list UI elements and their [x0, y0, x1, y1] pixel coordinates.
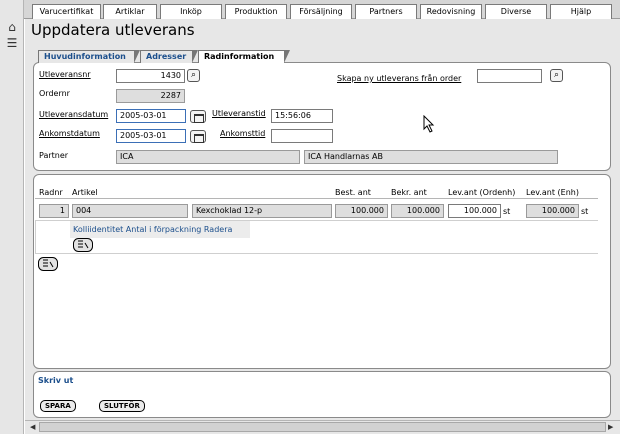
ankomsttid-label: Ankomsttid	[220, 129, 266, 138]
menu-forsaljning[interactable]: Försäljning	[290, 4, 352, 19]
row-artikel: 004	[72, 204, 188, 218]
menu-varucertifikat[interactable]: Varucertifikat	[32, 4, 101, 19]
row-best-ant: 100.000	[335, 204, 388, 218]
calendar-icon[interactable]	[190, 130, 206, 143]
menu-partners[interactable]: Partners	[355, 4, 417, 19]
partner-label: Partner	[39, 151, 69, 160]
col-bekr-ant: Bekr. ant	[391, 188, 427, 197]
menu-diverse[interactable]: Diverse	[485, 4, 547, 19]
save-button[interactable]: SPARA	[40, 400, 76, 412]
skapa-label: Skapa ny utleverans från order	[337, 74, 462, 83]
partner-code-field: ICA	[116, 150, 300, 164]
menu-redovisning[interactable]: Redovisning	[420, 4, 482, 19]
top-menu: Varucertifikat Artiklar Inköp Produktion…	[24, 0, 620, 19]
row-unit-2: st	[581, 207, 589, 216]
skapa-search-button[interactable]: ⌕	[550, 69, 563, 82]
header-divider	[35, 198, 598, 199]
tab-adresser[interactable]: Adresser	[140, 50, 198, 63]
col-best-ant: Best. ant	[335, 188, 371, 197]
ankomsttid-field[interactable]	[271, 129, 333, 143]
edit-icon[interactable]	[38, 257, 58, 271]
menu-produktion[interactable]: Produktion	[225, 4, 287, 19]
page-title: Uppdatera utleverans	[31, 21, 195, 39]
row-detail-border	[35, 220, 598, 254]
col-artikel: Artikel	[72, 188, 98, 197]
row-bekr-ant: 100.000	[391, 204, 444, 218]
calendar-icon[interactable]	[190, 110, 206, 123]
row-unit-1: st	[503, 207, 511, 216]
tab-radinformation[interactable]: Radinformation	[198, 50, 290, 63]
row-radnr: 1	[39, 204, 69, 218]
home-icon[interactable]: ⌂	[5, 20, 19, 34]
utleveranstid-field[interactable]: 15:56:06	[271, 109, 333, 123]
print-link[interactable]: Skriv ut	[38, 376, 73, 385]
edit-icon[interactable]	[73, 238, 93, 252]
utleveransdatum-field[interactable]: 2005-03-01	[116, 109, 186, 123]
row-lev-ant-enh: 100.000	[526, 204, 579, 218]
cursor-icon	[423, 115, 435, 133]
ordernr-field: 2287	[116, 89, 185, 103]
list-icon[interactable]: ☰	[5, 36, 19, 50]
skapa-order-field[interactable]	[477, 69, 542, 83]
scroll-left-icon[interactable]: ◀	[30, 422, 38, 432]
utleveransdatum-label: Utleveransdatum	[39, 110, 109, 119]
row-benamning: Kexchoklad 12-p	[192, 204, 332, 218]
menu-artiklar[interactable]: Artiklar	[103, 4, 157, 19]
search-icon: ⌕	[190, 70, 197, 80]
row-lev-ant-ordenh-field[interactable]: 100.000	[448, 204, 501, 218]
ankomstdatum-label: Ankomstdatum	[39, 129, 100, 138]
utleveransnr-search-button[interactable]: ⌕	[187, 69, 200, 82]
partner-name-field: ICA Handlarnas AB	[304, 150, 558, 164]
scrollbar-thumb[interactable]	[39, 422, 606, 432]
search-icon: ⌕	[553, 70, 560, 80]
col-radnr: Radnr	[39, 188, 63, 197]
utleveransnr-field[interactable]: 1430	[116, 69, 185, 83]
ankomstdatum-field[interactable]: 2005-03-01	[116, 129, 186, 143]
ordernr-label: Ordernr	[39, 89, 70, 98]
utleveransnr-label: Utleveransnr	[39, 70, 91, 79]
tab-huvudinformation[interactable]: Huvudinformation	[38, 50, 140, 63]
finish-button[interactable]: SLUTFÖR	[99, 400, 145, 412]
col-lev-ant-ordenh: Lev.ant (Ordenh)	[448, 188, 516, 197]
scroll-right-icon[interactable]: ▶	[608, 422, 616, 432]
left-toolbar: ⌂ ☰	[0, 0, 24, 434]
menu-hjalp[interactable]: Hjälp	[550, 4, 612, 19]
utleveranstid-label: Utleveranstid	[212, 109, 266, 118]
menu-inkop[interactable]: Inköp	[160, 4, 222, 19]
col-lev-ant-enh: Lev.ant (Enh)	[526, 188, 579, 197]
